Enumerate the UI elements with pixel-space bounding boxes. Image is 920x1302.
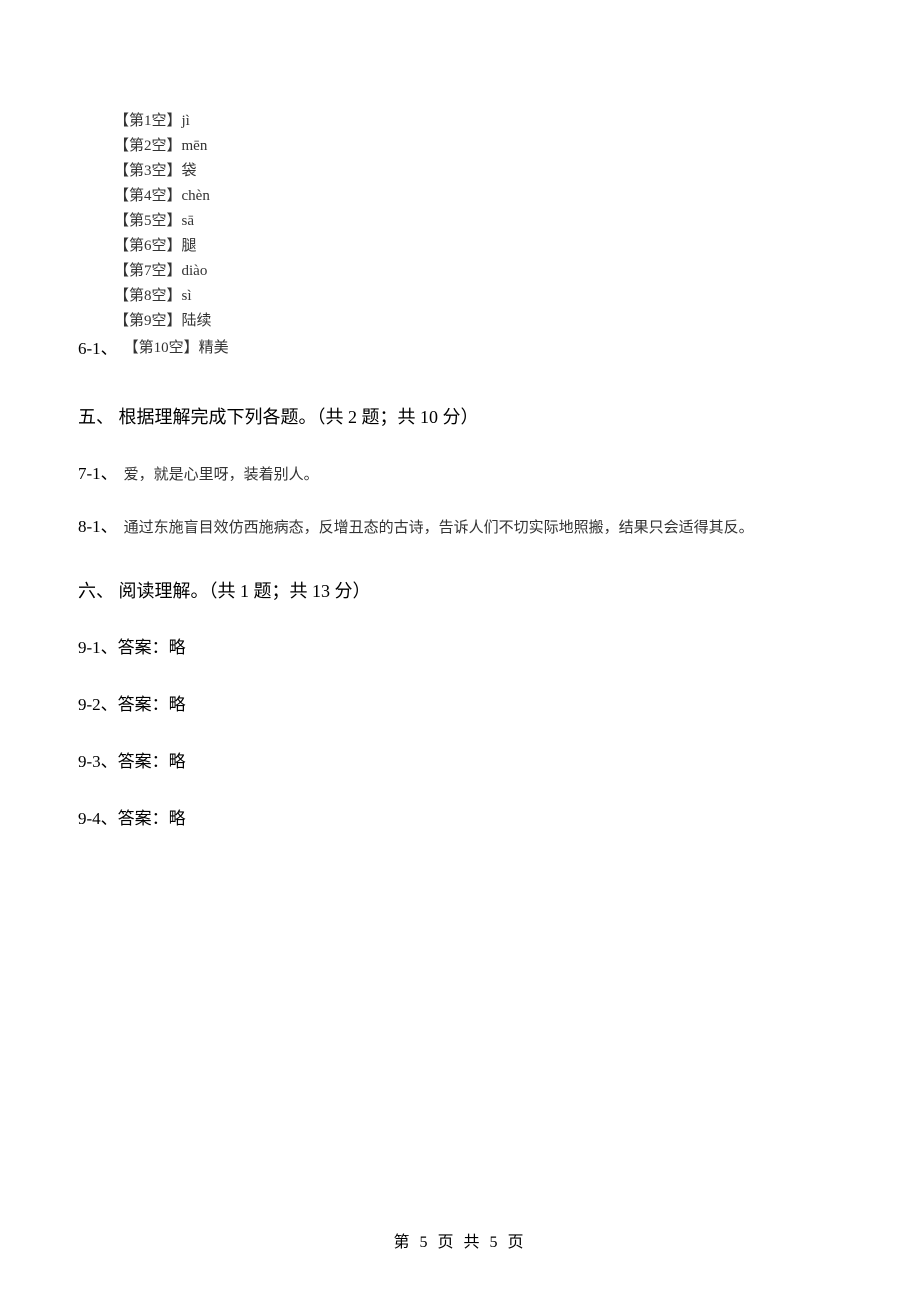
question-number: 8-1、 (78, 512, 118, 537)
question-number: 9-4、 (78, 809, 118, 828)
answer-text: 答案：略 (118, 638, 186, 657)
answer-blank-7: 【第7空】diào (114, 260, 842, 283)
reading-answers: 9-1、答案：略 9-2、答案：略 9-3、答案：略 9-4、答案：略 (78, 633, 842, 829)
page-footer: 第 5 页 共 5 页 (0, 1228, 920, 1252)
section-6-heading: 六、 阅读理解。（共 1 题；共 13 分） (78, 577, 842, 603)
question-number: 9-1、 (78, 638, 118, 657)
answer-blank-3: 【第3空】袋 (114, 160, 842, 183)
section-5-heading: 五、 根据理解完成下列各题。（共 2 题；共 10 分） (78, 403, 842, 429)
question-6-last-row: 6-1、 【第10空】精美 (78, 334, 842, 359)
question-8-1: 8-1、 通过东施盲目效仿西施病态，反增丑态的古诗，告诉人们不切实际地照搬，结果… (78, 512, 842, 537)
question-9-2: 9-2、答案：略 (78, 690, 842, 715)
answer-list: 【第1空】jì 【第2空】mēn 【第3空】袋 【第4空】chèn 【第5空】s… (114, 110, 842, 332)
question-number: 7-1、 (78, 459, 118, 484)
answer-blank-2: 【第2空】mēn (114, 135, 842, 158)
answer-blank-8: 【第8空】sì (114, 285, 842, 308)
question-9-1: 9-1、答案：略 (78, 633, 842, 658)
question-number: 6-1、 (78, 334, 118, 359)
question-9-3: 9-3、答案：略 (78, 747, 842, 772)
answer-blank-6: 【第6空】腿 (114, 235, 842, 258)
question-number: 9-2、 (78, 695, 118, 714)
question-9-4: 9-4、答案：略 (78, 804, 842, 829)
answer-text: 爱，就是心里呀，装着别人。 (124, 463, 319, 484)
answer-blank-9: 【第9空】陆续 (114, 310, 842, 333)
question-6-answers: 【第1空】jì 【第2空】mēn 【第3空】袋 【第4空】chèn 【第5空】s… (78, 110, 842, 359)
answer-text: 答案：略 (118, 752, 186, 771)
answer-blank-4: 【第4空】chèn (114, 185, 842, 208)
answer-text: 答案：略 (118, 809, 186, 828)
answer-text: 通过东施盲目效仿西施病态，反增丑态的古诗，告诉人们不切实际地照搬，结果只会适得其… (124, 516, 754, 537)
answer-blank-5: 【第5空】sā (114, 210, 842, 233)
answer-text: 答案：略 (118, 695, 186, 714)
answer-blank-1: 【第1空】jì (114, 110, 842, 133)
question-number: 9-3、 (78, 752, 118, 771)
answer-blank-10: 【第10空】精美 (124, 336, 229, 357)
question-7-1: 7-1、 爱，就是心里呀，装着别人。 (78, 459, 842, 484)
